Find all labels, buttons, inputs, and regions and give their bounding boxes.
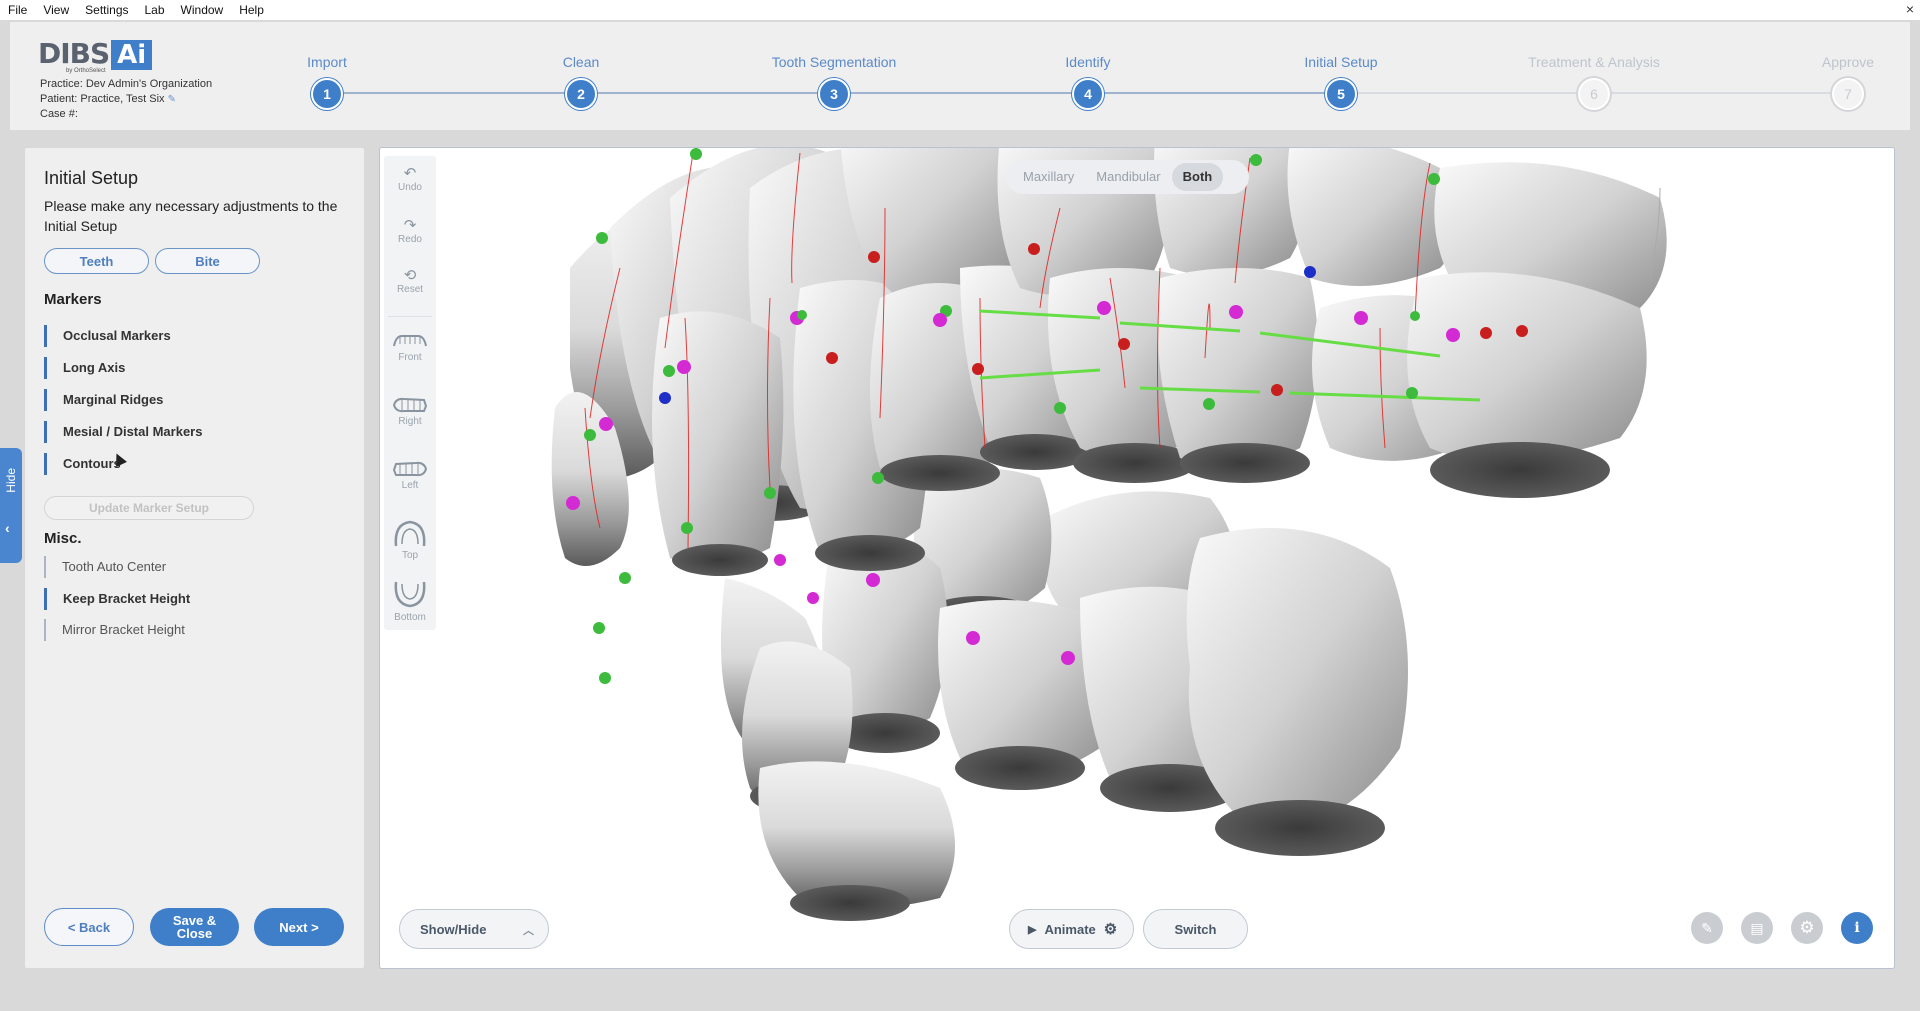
chevron-up-icon: ︿ <box>523 925 534 937</box>
window-close-button[interactable]: × <box>1906 1 1914 17</box>
misc-heading: Misc. <box>44 530 82 547</box>
gear-icon: ⚙ <box>1799 918 1815 937</box>
menu-file[interactable]: File <box>0 3 35 17</box>
left-view-icon <box>392 461 428 477</box>
dental-model-scene[interactable] <box>380 148 1895 969</box>
hide-panel-tab[interactable]: Hide ‹ <box>0 448 22 563</box>
play-icon: ▶ <box>1028 923 1037 936</box>
tooth-auto-center-item[interactable]: Tooth Auto Center <box>44 556 244 578</box>
arch-toggle: Maxillary Mandibular Both <box>1006 160 1249 194</box>
menu-window[interactable]: Window <box>173 3 232 17</box>
switch-button[interactable]: Switch <box>1143 909 1248 949</box>
right-view-icon <box>392 397 428 413</box>
step-circle: 4 <box>1072 78 1104 110</box>
animate-button[interactable]: ▶ Animate ⚙ <box>1009 909 1134 949</box>
step-circle: 1 <box>311 78 343 110</box>
info-icon: i <box>1854 920 1860 936</box>
gear-icon[interactable]: ⚙ <box>1104 920 1117 938</box>
save-close-button[interactable]: Save & Close <box>150 908 239 946</box>
teeth-toggle-button[interactable]: Teeth <box>44 248 149 274</box>
3d-viewer[interactable]: ↶ Undo ↷ Redo ⟲ Reset Front Right Left T… <box>379 147 1895 969</box>
panel-title: Initial Setup <box>44 168 139 188</box>
next-button[interactable]: Next > <box>254 908 344 946</box>
both-option[interactable]: Both <box>1171 163 1224 191</box>
contours-item[interactable]: Contours <box>44 453 244 475</box>
bottom-view-icon <box>394 581 426 608</box>
step-circle: 5 <box>1325 78 1357 110</box>
settings-button[interactable]: ⚙ <box>1791 912 1823 944</box>
chat-button[interactable]: ▤ <box>1741 912 1773 944</box>
view-toolstrip: ↶ Undo ↷ Redo ⟲ Reset Front Right Left T… <box>384 156 436 630</box>
reset-icon: ⟲ <box>403 267 417 284</box>
header: DIBS Ai by OrthoSelect Practice: Dev Adm… <box>10 22 1910 130</box>
step-circle: 6 <box>1578 78 1610 110</box>
long-axis-item[interactable]: Long Axis <box>44 357 244 379</box>
marginal-ridges-item[interactable]: Marginal Ridges <box>44 389 244 411</box>
top-view-icon <box>394 520 426 547</box>
bottom-view-button[interactable]: Bottom <box>384 580 436 623</box>
chevron-left-icon: ‹ <box>5 520 10 536</box>
undo-button[interactable]: ↶ Undo <box>384 165 436 194</box>
menu-bar: File View Settings Lab Window Help × <box>0 0 1920 20</box>
step-circle: 7 <box>1832 78 1864 110</box>
info-button[interactable]: i <box>1841 912 1873 944</box>
update-marker-setup-button[interactable]: Update Marker Setup <box>44 496 254 520</box>
menu-lab[interactable]: Lab <box>137 3 173 17</box>
back-button[interactable]: < Back <box>44 908 134 946</box>
toolstrip-divider <box>388 316 432 317</box>
workflow-stepper: Import 1 Clean 2 Tooth Segmentation 3 Id… <box>10 22 1910 130</box>
show-hide-button[interactable]: Show/Hide ︿ <box>399 909 549 949</box>
front-view-button[interactable]: Front <box>384 332 436 363</box>
notes-button[interactable]: ✎ <box>1691 912 1723 944</box>
menu-help[interactable]: Help <box>231 3 272 17</box>
step-circle: 2 <box>565 78 597 110</box>
notes-icon: ✎ <box>1701 919 1713 936</box>
reset-button[interactable]: ⟲ Reset <box>384 267 436 296</box>
left-panel: Initial Setup Please make any necessary … <box>25 148 364 968</box>
redo-button[interactable]: ↷ Redo <box>384 217 436 246</box>
top-view-button[interactable]: Top <box>384 518 436 561</box>
bite-toggle-button[interactable]: Bite <box>155 248 260 274</box>
right-view-button[interactable]: Right <box>384 396 436 427</box>
mirror-bracket-height-item[interactable]: Mirror Bracket Height <box>44 619 244 641</box>
occlusal-markers-item[interactable]: Occlusal Markers <box>44 325 244 347</box>
maxillary-option[interactable]: Maxillary <box>1012 163 1085 191</box>
chat-icon: ▤ <box>1750 919 1764 936</box>
keep-bracket-height-item[interactable]: Keep Bracket Height <box>44 588 244 610</box>
menu-view[interactable]: View <box>35 3 77 17</box>
redo-icon: ↷ <box>403 217 417 234</box>
markers-heading: Markers <box>44 291 102 308</box>
left-view-button[interactable]: Left <box>384 460 436 491</box>
front-view-icon <box>393 335 427 347</box>
mandibular-option[interactable]: Mandibular <box>1085 163 1171 191</box>
undo-icon: ↶ <box>403 165 417 182</box>
step-circle: 3 <box>818 78 850 110</box>
mesial-distal-markers-item[interactable]: Mesial / Distal Markers <box>44 421 244 443</box>
hide-label: Hide <box>4 468 18 493</box>
panel-description: Please make any necessary adjustments to… <box>44 198 338 234</box>
menu-settings[interactable]: Settings <box>77 3 136 17</box>
